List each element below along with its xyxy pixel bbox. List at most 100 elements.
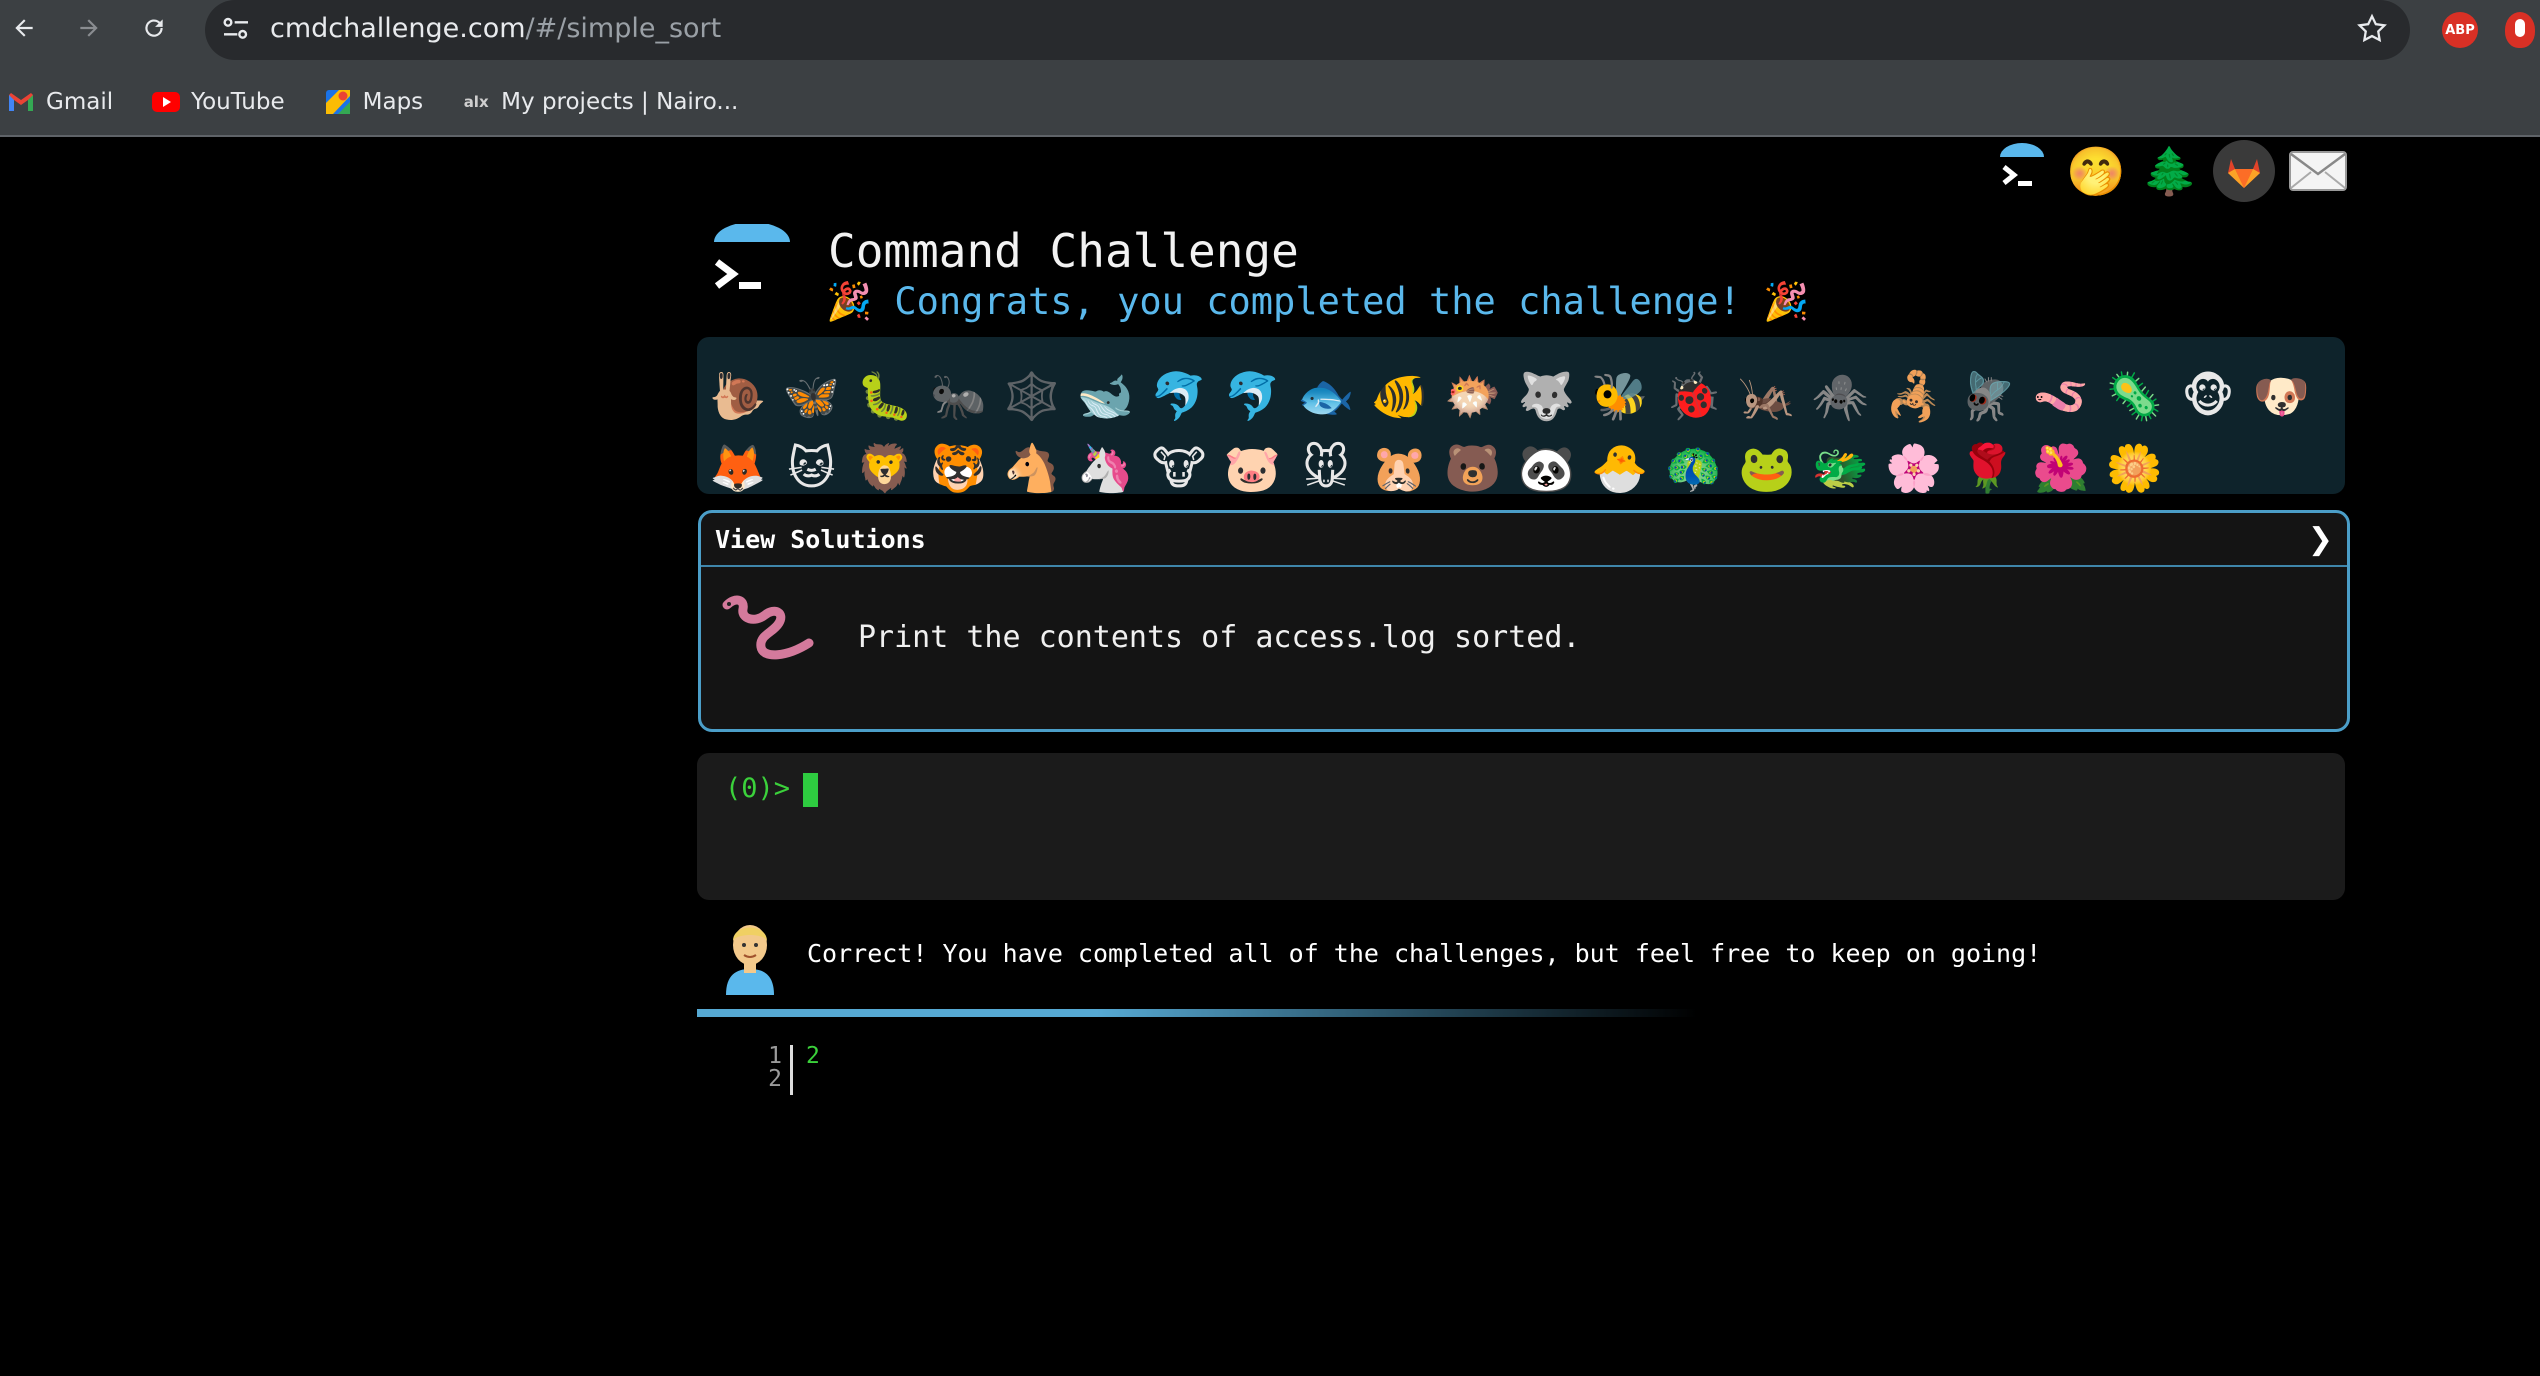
reload-button[interactable] [134, 8, 174, 48]
view-solutions-label: View Solutions [715, 524, 926, 554]
challenge-emoji-icon[interactable]: 🦄 [1075, 437, 1137, 499]
bookmark-youtube[interactable]: YouTube [151, 87, 285, 117]
result-message: Correct! You have completed all of the c… [807, 939, 2042, 968]
challenge-emoji-icon[interactable]: 🐮 [1148, 437, 1210, 499]
forward-button[interactable] [69, 8, 109, 48]
challenge-emoji-icon[interactable]: 🦠 [2104, 365, 2166, 427]
bookmark-maps[interactable]: Maps [323, 87, 424, 117]
bookmark-label: My projects | Nairo... [501, 89, 739, 115]
challenge-emoji-icon[interactable]: 🐬 [1222, 365, 1284, 427]
challenge-emoji-icon[interactable]: 🌺 [2030, 437, 2092, 499]
challenge-emoji-icon[interactable]: 🦁 [854, 437, 916, 499]
challenge-emoji-icon[interactable]: 🦋 [781, 365, 843, 427]
challenge-emoji-icon[interactable]: 🌹 [1957, 437, 2019, 499]
congrats-text: Congrats, you completed the challenge! [894, 280, 1741, 323]
face-with-hand-over-mouth-icon[interactable]: 🤭 [2059, 138, 2133, 204]
alx-icon: alx [463, 93, 489, 111]
chevron-right-icon: ❯ [2307, 521, 2333, 557]
challenge-emoji-icon[interactable]: 🪱 [2030, 365, 2092, 427]
challenge-emoji-icon[interactable]: 🐻 [1442, 437, 1504, 499]
bookmark-star-icon[interactable] [2355, 12, 2389, 50]
challenge-emoji-icon[interactable]: 🐌 [707, 365, 769, 427]
challenge-emoji-icon[interactable]: 🐵 [2177, 365, 2239, 427]
top-icon-bar: 🤭 🌲 [1985, 138, 2355, 204]
challenge-emoji-icon[interactable]: 🐣 [1589, 437, 1651, 499]
extension-hand-icon[interactable] [2505, 12, 2535, 48]
challenge-emoji-icon[interactable]: 🕸️ [1001, 365, 1063, 427]
youtube-icon [151, 87, 181, 117]
terminal-logo-icon[interactable] [1985, 138, 2059, 204]
challenge-emoji-icon[interactable]: 🐋 [1075, 365, 1137, 427]
terminal-prompt: (0)> [725, 773, 791, 804]
output-value: 2 [806, 1043, 820, 1069]
maps-icon [323, 87, 353, 117]
challenge-emoji-icon[interactable]: 🐹 [1369, 437, 1431, 499]
result-divider [697, 1009, 1697, 1017]
challenge-emoji-icon[interactable]: 🐸 [1736, 437, 1798, 499]
challenge-emoji-tray: 🐌 🦋 🐛 🐜 🕸️ 🐋 🐬 🐬 🐟 🐠 🐡 🐺 🐝 🐞 🦗 🕷️ 🦂 🪰 🪱 🦠 🐵 🐶 🦊 🐱 🦁 🐯 🐴 🦄 🐮 🐷 🐭 🐹 🐻 🐼 🐣 🦚 🐸 🐲… [697, 337, 2345, 495]
url-text[interactable]: cmdchallenge.com/#/simple_sort [270, 10, 721, 48]
site-info-icon[interactable] [220, 10, 252, 52]
challenge-emoji-icon[interactable]: 🐺 [1516, 365, 1578, 427]
site-logo-icon [712, 222, 792, 304]
challenge-emoji-icon[interactable]: 🌸 [1883, 437, 1945, 499]
challenge-emoji-icon[interactable]: 🐲 [1810, 437, 1872, 499]
bookmark-label: YouTube [191, 89, 285, 115]
gutter-separator [790, 1045, 793, 1095]
bookmark-gmail[interactable]: Gmail [6, 87, 113, 117]
challenge-emoji-icon[interactable]: 🐱 [781, 437, 843, 499]
challenge-emoji-icon[interactable]: 🐴 [1001, 437, 1063, 499]
bookmark-label: Maps [362, 89, 424, 115]
url-path: /#/simple_sort [525, 13, 722, 44]
challenge-emoji-icon[interactable]: 🐜 [928, 365, 990, 427]
party-popper-icon: 🎉 [826, 280, 873, 323]
man-technologist-icon [720, 915, 780, 995]
challenge-emoji-icon[interactable]: 🦚 [1663, 437, 1725, 499]
page-title: Command Challenge [828, 224, 1299, 278]
adblock-badge-label: ABP [2445, 22, 2475, 38]
challenge-emoji-icon[interactable]: 🐬 [1148, 365, 1210, 427]
challenge-emoji-icon[interactable]: 🐼 [1516, 437, 1578, 499]
browser-chrome: cmdchallenge.com/#/simple_sort ABP Gmail… [0, 0, 2540, 137]
challenge-emoji-icon[interactable]: 🦊 [707, 437, 769, 499]
line-number: 1 [768, 1043, 782, 1069]
forward-arrow-icon [80, 19, 98, 37]
challenge-emoji-icon[interactable]: 🐡 [1442, 365, 1504, 427]
line-number-gutter: 1 2 [760, 1045, 782, 1091]
challenge-emoji-icon[interactable]: 🐞 [1663, 365, 1725, 427]
challenge-emoji-icon[interactable]: 🐠 [1369, 365, 1431, 427]
gitlab-icon[interactable] [2207, 138, 2281, 204]
challenge-emoji-icon[interactable]: 🐛 [854, 365, 916, 427]
adblock-extension-icon[interactable]: ABP [2442, 12, 2478, 48]
challenge-emoji-icon[interactable]: 🕷️ [1810, 365, 1872, 427]
gmail-icon [6, 87, 36, 117]
line-number: 2 [768, 1066, 782, 1092]
challenge-panel: View Solutions ❯ Print the contents of a… [698, 510, 2350, 732]
challenge-emoji-icon[interactable]: 🦂 [1883, 365, 1945, 427]
challenge-emoji-icon[interactable]: 🐷 [1222, 437, 1284, 499]
url-host: cmdchallenge.com [270, 13, 526, 44]
challenge-emoji-icon[interactable]: 🌼 [2104, 437, 2166, 499]
challenge-emoji-icon[interactable]: 🐭 [1295, 437, 1357, 499]
bookmarks-bar: Gmail YouTube Maps alx My projects | Nai… [0, 80, 770, 124]
challenge-emoji-icon[interactable]: 🐝 [1589, 365, 1651, 427]
envelope-icon[interactable] [2281, 138, 2355, 204]
challenge-emoji-icon[interactable]: 🦗 [1736, 365, 1798, 427]
challenge-emoji-icon[interactable]: 🐟 [1295, 365, 1357, 427]
page-subtitle: 🎉 Congrats, you completed the challenge!… [826, 280, 1809, 324]
address-bar[interactable]: cmdchallenge.com/#/simple_sort [205, 0, 2410, 60]
terminal-cursor [803, 773, 818, 807]
back-button[interactable] [4, 8, 44, 48]
worm-icon [721, 593, 814, 663]
terminal-input-area[interactable]: (0)> [697, 753, 2345, 900]
back-arrow-icon [15, 19, 33, 37]
challenge-emoji-icon[interactable]: 🐯 [928, 437, 990, 499]
reload-icon [145, 19, 163, 37]
bookmark-label: Gmail [46, 89, 114, 115]
evergreen-tree-icon[interactable]: 🌲 [2133, 138, 2207, 204]
bookmark-my-projects[interactable]: alx My projects | Nairo... [461, 87, 739, 117]
challenge-emoji-icon[interactable]: 🐶 [2251, 365, 2313, 427]
party-popper-icon: 🎉 [1763, 280, 1810, 323]
view-solutions-toggle[interactable]: View Solutions ❯ [701, 513, 2347, 567]
challenge-emoji-icon[interactable]: 🪰 [1957, 365, 2019, 427]
